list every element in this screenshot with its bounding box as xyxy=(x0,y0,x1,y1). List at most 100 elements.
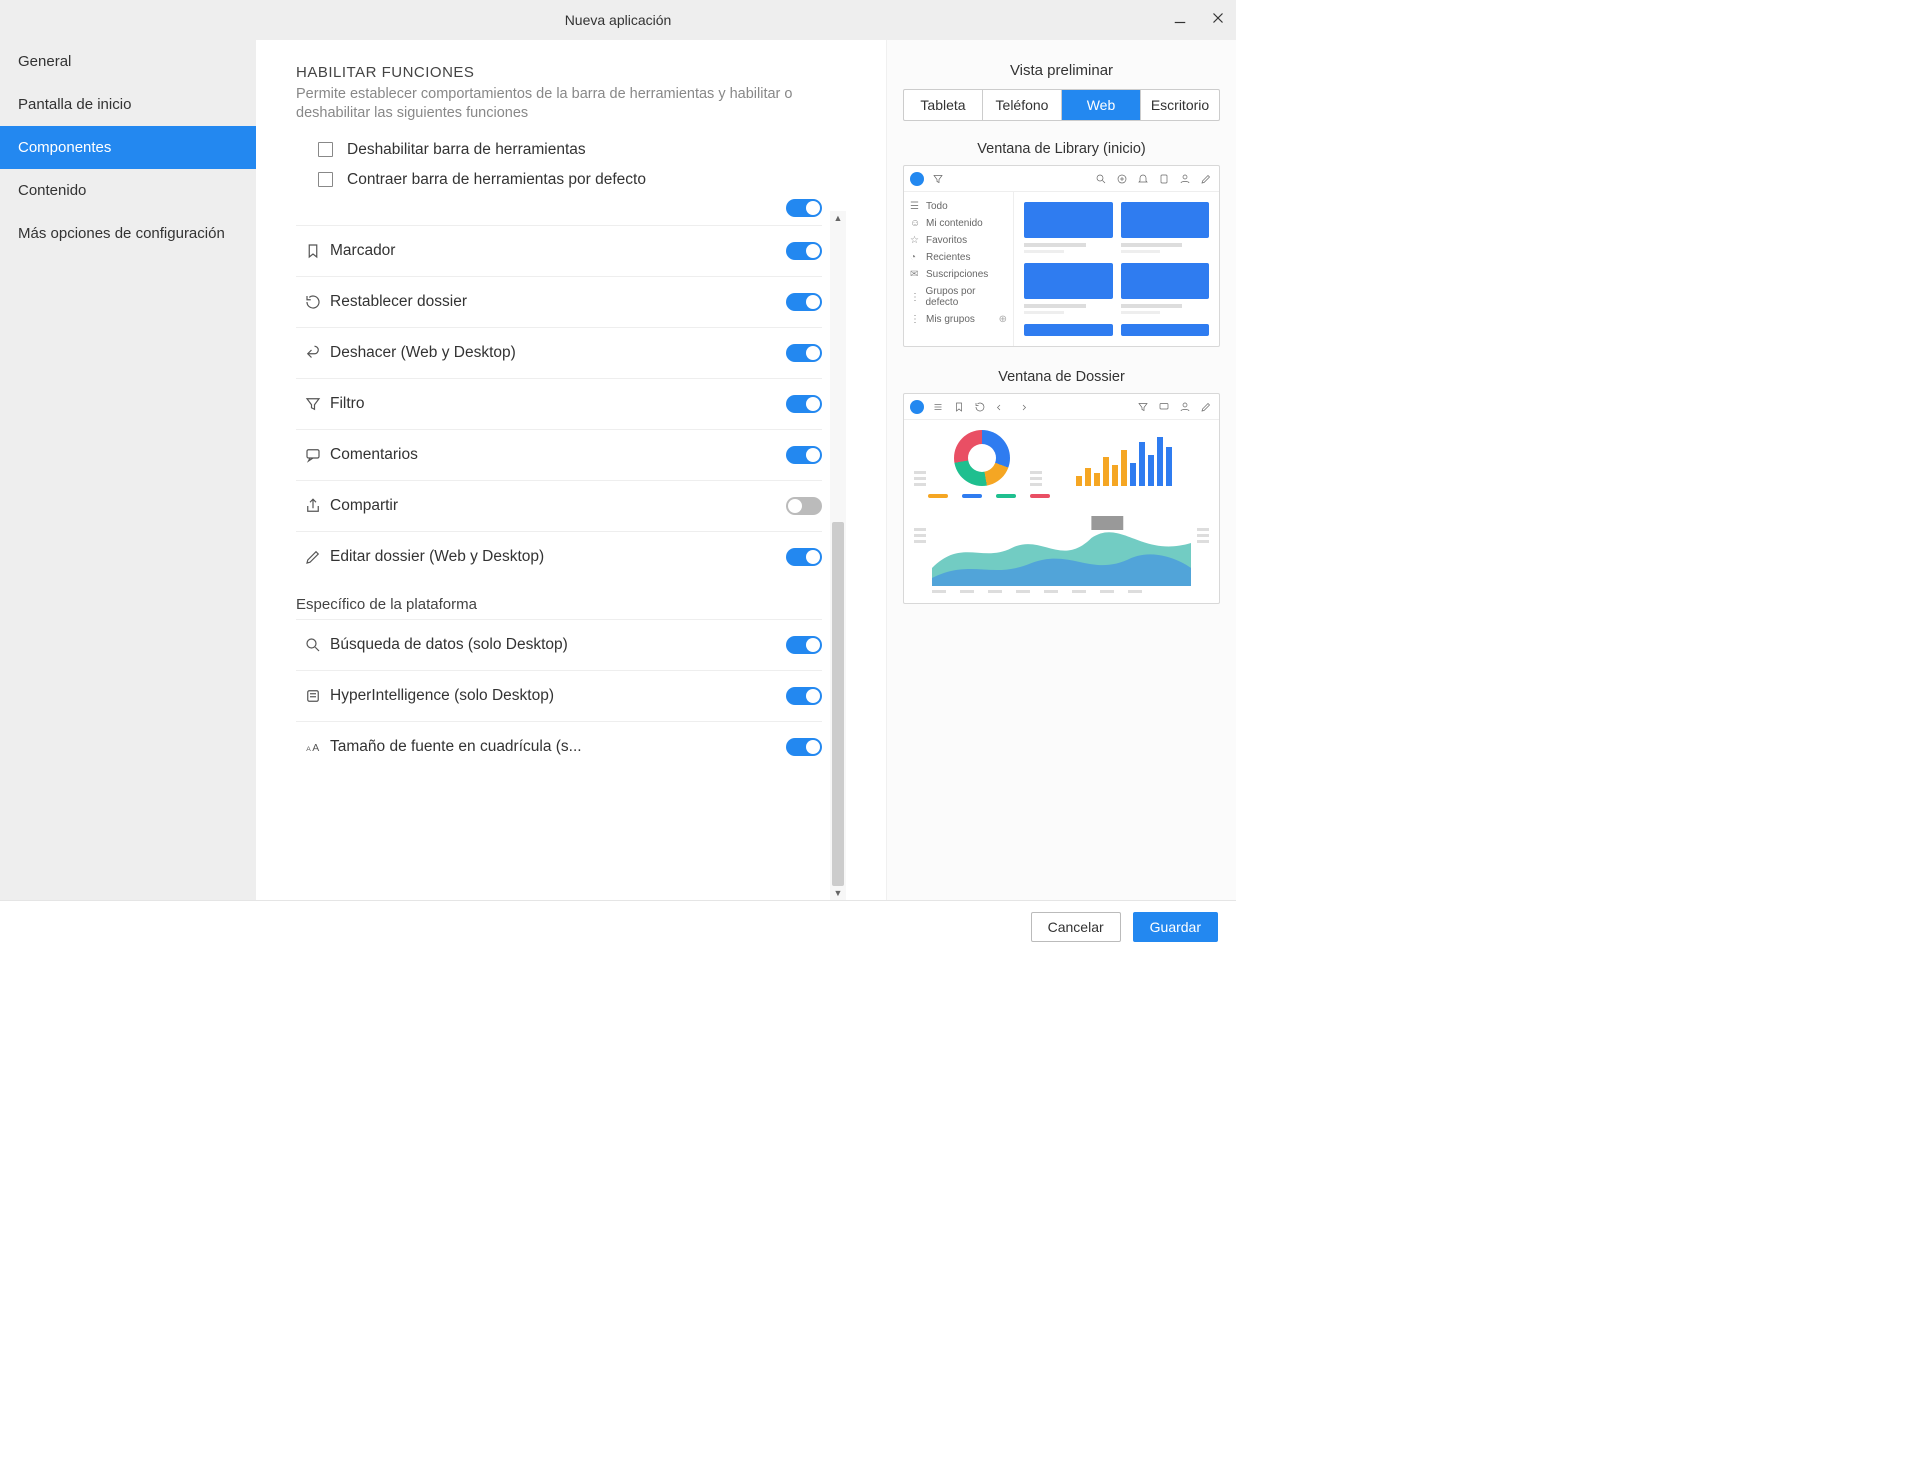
titlebar: Nueva aplicación xyxy=(0,0,1236,40)
toggle-switch[interactable] xyxy=(786,548,822,566)
dossier-body xyxy=(904,420,1219,603)
tile xyxy=(1024,202,1113,253)
toggle-switch[interactable] xyxy=(786,738,822,756)
toggle-switch[interactable] xyxy=(786,687,822,705)
preview-title: Vista preliminar xyxy=(903,62,1220,79)
sidebar-item-content[interactable]: Contenido xyxy=(0,169,256,212)
donut-chart-icon xyxy=(954,430,1010,486)
edit-icon xyxy=(296,548,330,566)
filter-icon xyxy=(930,171,945,186)
toggle-label: Comentarios xyxy=(330,446,786,464)
minimize-button[interactable] xyxy=(1170,8,1190,28)
edit-icon xyxy=(1198,399,1213,414)
tab-web[interactable]: Web xyxy=(1062,90,1141,120)
search-icon xyxy=(1093,171,1108,186)
toggle-switch[interactable] xyxy=(786,242,822,260)
tile xyxy=(1121,263,1210,314)
search-icon xyxy=(296,636,330,654)
toggle-switch[interactable] xyxy=(786,636,822,654)
device-icon xyxy=(1156,171,1171,186)
toggle-label: Búsqueda de datos (solo Desktop) xyxy=(330,636,786,654)
section-description: Permite establecer comportamientos de la… xyxy=(296,85,846,123)
toggle-switch[interactable] xyxy=(786,395,822,413)
scrollbar[interactable]: ▲ ▼ xyxy=(830,211,846,900)
toggle-switch[interactable] xyxy=(786,293,822,311)
undo-icon xyxy=(296,344,330,362)
preview-device-tabs: Tableta Teléfono Web Escritorio xyxy=(903,89,1220,121)
scroll-down-arrow[interactable]: ▼ xyxy=(830,886,846,900)
user-icon xyxy=(1177,399,1192,414)
filter-icon xyxy=(296,395,330,413)
checkbox-collapse-toolbar[interactable]: Contraer barra de herramientas por defec… xyxy=(296,165,846,195)
library-preview-title: Ventana de Library (inicio) xyxy=(903,141,1220,157)
library-toolbar xyxy=(904,166,1219,192)
tile xyxy=(1121,202,1210,253)
toggle-font-size: AA Tamaño de fuente en cuadrícula (s... xyxy=(296,721,822,772)
svg-text:A: A xyxy=(312,741,319,753)
toggle-reset-dossier: Restablecer dossier xyxy=(296,276,822,327)
section-title: HABILITAR FUNCIONES xyxy=(296,64,846,81)
library-preview-card: ☰Todo ☺Mi contenido ☆Favoritos ◔Reciente… xyxy=(903,165,1220,347)
tile xyxy=(1121,324,1210,336)
plus-icon: ⊕ xyxy=(999,314,1007,325)
toggle-switch[interactable] xyxy=(786,497,822,515)
dossier-preview-title: Ventana de Dossier xyxy=(903,369,1220,385)
toggle-label: Deshacer (Web y Desktop) xyxy=(330,344,786,362)
side-row: ✉Suscripciones xyxy=(908,266,1009,283)
toggle-share: Compartir xyxy=(296,480,822,531)
fontsize-icon: AA xyxy=(296,738,330,756)
toggle-switch[interactable] xyxy=(786,446,822,464)
tab-desktop[interactable]: Escritorio xyxy=(1141,90,1219,120)
dialog-footer: Cancelar Guardar xyxy=(0,900,1236,952)
toggle-label: Restablecer dossier xyxy=(330,293,786,311)
brand-icon xyxy=(910,400,924,414)
list-icon: ☰ xyxy=(910,201,921,212)
toggle-label: HyperIntelligence (solo Desktop) xyxy=(330,687,786,705)
comment-icon xyxy=(1156,399,1171,414)
checkbox-icon xyxy=(318,172,333,187)
toggle-bookmark: Marcador xyxy=(296,225,822,276)
checkbox-icon xyxy=(318,142,333,157)
dossier-toolbar xyxy=(904,394,1219,420)
save-button[interactable]: Guardar xyxy=(1133,912,1218,942)
scroll-up-arrow[interactable]: ▲ xyxy=(830,211,846,225)
toggle-label: Tamaño de fuente en cuadrícula (s... xyxy=(330,738,786,756)
close-button[interactable] xyxy=(1208,8,1228,28)
preview-panel: Vista preliminar Tableta Teléfono Web Es… xyxy=(886,40,1236,900)
tile xyxy=(1024,324,1113,336)
tab-tablet[interactable]: Tableta xyxy=(904,90,983,120)
sidebar-item-startscreen[interactable]: Pantalla de inicio xyxy=(0,83,256,126)
axis-placeholder xyxy=(932,590,1191,593)
toggle-undo: Deshacer (Web y Desktop) xyxy=(296,327,822,378)
scroll-track[interactable] xyxy=(830,225,846,886)
side-row: ☰Todo xyxy=(908,198,1009,215)
toggle-hyperintelligence: HyperIntelligence (solo Desktop) xyxy=(296,670,822,721)
sidebar: General Pantalla de inicio Componentes C… xyxy=(0,40,256,900)
card-icon xyxy=(296,687,330,705)
toggle-filter: Filtro xyxy=(296,378,822,429)
bell-icon xyxy=(1135,171,1150,186)
main-panel: HABILITAR FUNCIONES Permite establecer c… xyxy=(256,40,886,900)
toggle-edit-dossier: Editar dossier (Web y Desktop) xyxy=(296,531,822,582)
user-icon xyxy=(1177,171,1192,186)
bookmark-icon xyxy=(296,242,330,260)
library-grid xyxy=(1014,192,1219,346)
toggle-label: Marcador xyxy=(330,242,786,260)
platform-section-title: Específico de la plataforma xyxy=(296,582,822,619)
checkbox-disable-toolbar[interactable]: Deshabilitar barra de herramientas xyxy=(296,135,846,165)
truncated-toggle[interactable] xyxy=(786,199,822,217)
mail-icon: ✉ xyxy=(910,269,921,280)
sidebar-item-general[interactable]: General xyxy=(0,40,256,83)
brand-icon xyxy=(910,172,924,186)
toggle-switch[interactable] xyxy=(786,344,822,362)
redo-icon xyxy=(1014,399,1029,414)
sidebar-item-more[interactable]: Más opciones de configuración xyxy=(0,212,256,255)
dossier-preview-card xyxy=(903,393,1220,604)
sidebar-item-components[interactable]: Componentes xyxy=(0,126,256,169)
window-controls xyxy=(1170,8,1228,28)
undo-icon xyxy=(993,399,1008,414)
tab-phone[interactable]: Teléfono xyxy=(983,90,1062,120)
dialog-window: Nueva aplicación General Pantalla de ini… xyxy=(0,0,1236,952)
scroll-thumb[interactable] xyxy=(832,522,844,886)
cancel-button[interactable]: Cancelar xyxy=(1031,912,1121,942)
